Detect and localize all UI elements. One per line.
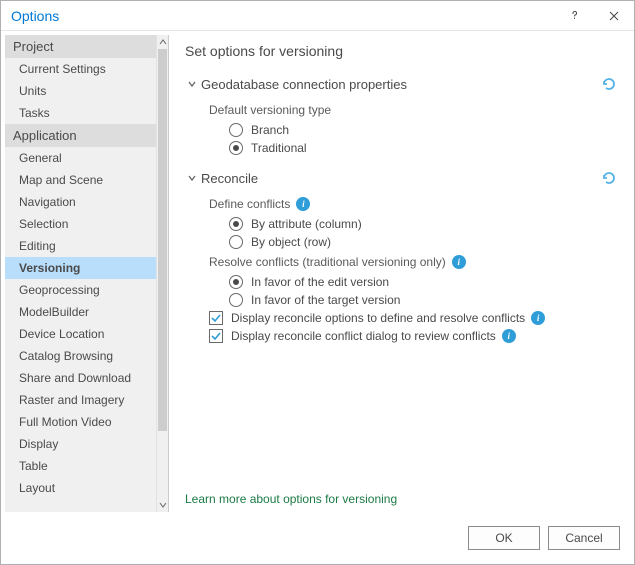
checkbox-icon (209, 329, 223, 343)
radio-edit-version-label: In favor of the edit version (251, 275, 389, 289)
define-conflicts-label: Define conflicts (209, 197, 290, 211)
radio-traditional-label: Traditional (251, 141, 307, 155)
radio-edit-version[interactable]: In favor of the edit version (229, 273, 620, 291)
sidebar-item-layout[interactable]: Layout (5, 477, 156, 499)
sidebar-item-selection[interactable]: Selection (5, 213, 156, 235)
sidebar-item-catalog-browsing[interactable]: Catalog Browsing (5, 345, 156, 367)
window-title: Options (11, 8, 554, 24)
radio-icon (229, 293, 243, 307)
chevron-down-icon (185, 171, 199, 185)
sidebar-list: Project Current Settings Units Tasks App… (5, 35, 156, 512)
ok-button[interactable]: OK (468, 526, 540, 550)
info-icon[interactable]: i (502, 329, 516, 343)
radio-icon (229, 123, 243, 137)
info-icon[interactable]: i (296, 197, 310, 211)
sidebar-item-share-and-download[interactable]: Share and Download (5, 367, 156, 389)
radio-by-attribute-label: By attribute (column) (251, 217, 362, 231)
default-versioning-type-label: Default versioning type (209, 103, 620, 117)
section-reconcile-header[interactable]: Reconcile (185, 167, 620, 189)
sidebar-scrollbar[interactable] (156, 35, 168, 512)
sidebar-item-table[interactable]: Table (5, 455, 156, 477)
radio-by-attribute[interactable]: By attribute (column) (229, 215, 620, 233)
title-bar: Options (1, 1, 634, 31)
sidebar-item-full-motion-video[interactable]: Full Motion Video (5, 411, 156, 433)
content-pane: Set options for versioning Geodatabase c… (169, 31, 634, 516)
checkbox-display-options[interactable]: Display reconcile options to define and … (209, 309, 620, 327)
sidebar-item-units[interactable]: Units (5, 80, 156, 102)
scrollbar-thumb[interactable] (158, 49, 167, 431)
checkbox-icon (209, 311, 223, 325)
radio-branch-label: Branch (251, 123, 289, 137)
scrollbar-track[interactable] (157, 49, 168, 498)
sidebar-category-project: Project (5, 35, 156, 58)
sidebar-item-map-and-scene[interactable]: Map and Scene (5, 169, 156, 191)
scroll-down-icon[interactable] (157, 498, 168, 512)
radio-icon (229, 235, 243, 249)
radio-target-version[interactable]: In favor of the target version (229, 291, 620, 309)
help-button[interactable] (554, 1, 594, 31)
radio-icon (229, 141, 243, 155)
sidebar-item-display[interactable]: Display (5, 433, 156, 455)
radio-target-version-label: In favor of the target version (251, 293, 400, 307)
sidebar-item-versioning[interactable]: Versioning (5, 257, 156, 279)
info-icon[interactable]: i (452, 255, 466, 269)
page-title: Set options for versioning (185, 43, 620, 59)
sidebar-item-navigation[interactable]: Navigation (5, 191, 156, 213)
sidebar-item-geoprocessing[interactable]: Geoprocessing (5, 279, 156, 301)
radio-icon (229, 217, 243, 231)
chevron-down-icon (185, 77, 199, 91)
section-reconcile-title: Reconcile (201, 171, 598, 186)
reset-reconcile-button[interactable] (598, 167, 620, 189)
close-button[interactable] (594, 1, 634, 31)
checkbox-display-dialog[interactable]: Display reconcile conflict dialog to rev… (209, 327, 620, 345)
section-gdb-title: Geodatabase connection properties (201, 77, 598, 92)
sidebar-item-tasks[interactable]: Tasks (5, 102, 156, 124)
learn-more-link[interactable]: Learn more about options for versioning (185, 492, 620, 512)
sidebar-item-device-location[interactable]: Device Location (5, 323, 156, 345)
radio-by-object-label: By object (row) (251, 235, 331, 249)
radio-traditional[interactable]: Traditional (229, 139, 620, 157)
sidebar-item-raster-and-imagery[interactable]: Raster and Imagery (5, 389, 156, 411)
sidebar: Project Current Settings Units Tasks App… (5, 35, 169, 512)
info-icon[interactable]: i (531, 311, 545, 325)
cancel-button[interactable]: Cancel (548, 526, 620, 550)
sidebar-item-current-settings[interactable]: Current Settings (5, 58, 156, 80)
radio-branch[interactable]: Branch (229, 121, 620, 139)
reset-gdb-button[interactable] (598, 73, 620, 95)
sidebar-item-general[interactable]: General (5, 147, 156, 169)
resolve-conflicts-label: Resolve conflicts (traditional versionin… (209, 255, 446, 269)
sidebar-item-editing[interactable]: Editing (5, 235, 156, 257)
radio-icon (229, 275, 243, 289)
scroll-up-icon[interactable] (157, 35, 168, 49)
sidebar-category-application: Application (5, 124, 156, 147)
checkbox-display-options-label: Display reconcile options to define and … (231, 311, 525, 325)
dialog-body: Project Current Settings Units Tasks App… (1, 31, 634, 516)
sidebar-item-modelbuilder[interactable]: ModelBuilder (5, 301, 156, 323)
radio-by-object[interactable]: By object (row) (229, 233, 620, 251)
section-gdb-header[interactable]: Geodatabase connection properties (185, 73, 620, 95)
dialog-footer: OK Cancel (1, 516, 634, 564)
checkbox-display-dialog-label: Display reconcile conflict dialog to rev… (231, 329, 496, 343)
